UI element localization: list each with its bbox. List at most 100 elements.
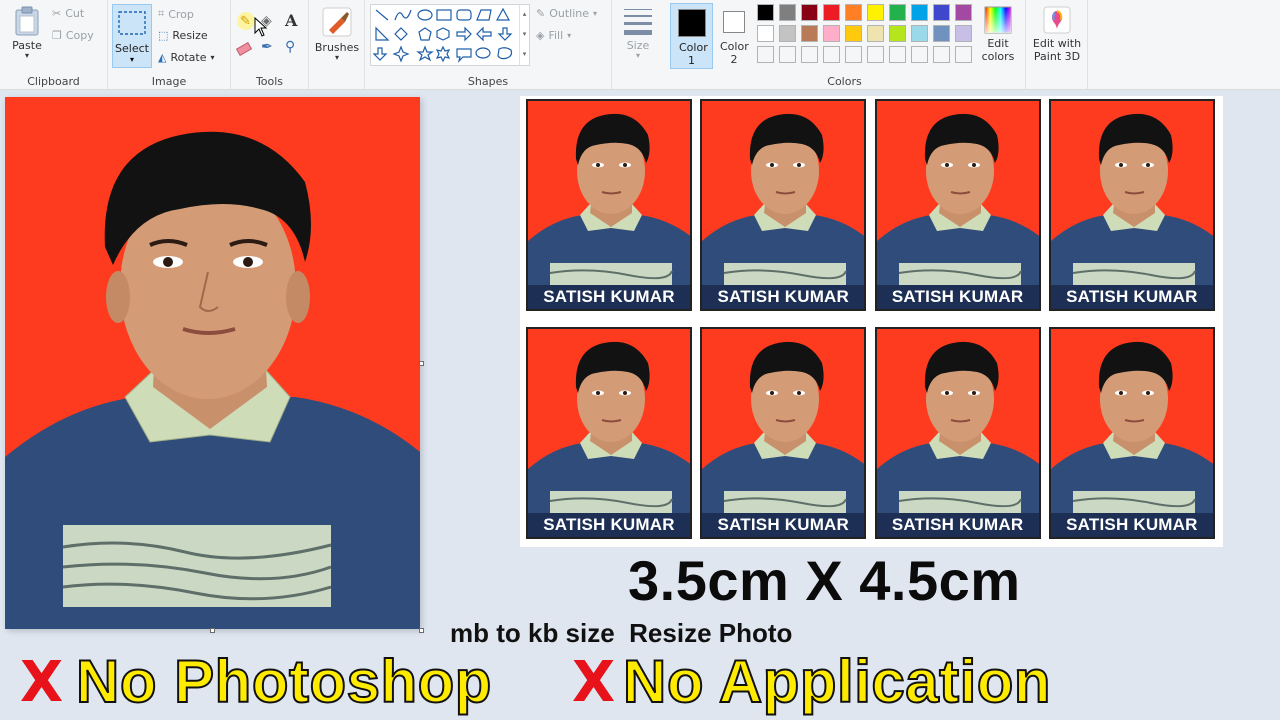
thumbnail-portrait <box>702 329 865 517</box>
edit-with-paint3d-label: Edit with Paint 3D <box>1032 37 1082 63</box>
brush-icon <box>322 7 352 37</box>
custom-color-swatch[interactable] <box>845 46 862 63</box>
size-button[interactable]: Size ▾ <box>618 6 658 60</box>
palette-color-swatch[interactable] <box>823 4 840 21</box>
colors-group-label: Colors <box>827 75 862 88</box>
color1-button[interactable]: Color 1 <box>670 3 713 69</box>
canvas-image[interactable] <box>5 97 420 629</box>
eraser-tool[interactable] <box>235 40 255 58</box>
brushes-group: Brushes ▾ <box>309 0 365 90</box>
edit-with-paint3d-button[interactable]: Edit with Paint 3D <box>1028 6 1086 63</box>
pencil-tool[interactable]: ✎ <box>237 12 255 30</box>
custom-color-swatch[interactable] <box>801 46 818 63</box>
magnifier-tool[interactable]: ⚲ <box>285 38 303 56</box>
chevron-down-icon: ▾ <box>567 31 572 40</box>
resize-handle-right[interactable] <box>419 361 424 366</box>
passport-photo-thumbnail: SATISH KUMAR <box>700 327 867 539</box>
thumbnail-portrait <box>1050 329 1213 517</box>
clipboard-icon <box>15 6 39 36</box>
resize-button[interactable]: ⬚ Resize <box>158 29 208 42</box>
rotate-button[interactable]: ◭ Rotate ▾ <box>158 51 215 64</box>
custom-color-swatch[interactable] <box>757 46 774 63</box>
text-tool[interactable]: A <box>285 11 303 30</box>
chevron-down-icon: ▾ <box>129 55 134 64</box>
select-button[interactable]: Select ▾ <box>112 4 152 68</box>
custom-color-swatch[interactable] <box>889 46 906 63</box>
palette-color-swatch[interactable] <box>867 25 884 42</box>
paint3d-group: Edit with Paint 3D <box>1026 0 1088 90</box>
chevron-down-icon: ▾ <box>210 53 215 62</box>
brushes-button[interactable]: Brushes ▾ <box>314 6 360 62</box>
palette-color-swatch[interactable] <box>955 4 972 21</box>
palette-color-swatch[interactable] <box>801 4 818 21</box>
copy-button[interactable]: ❐ Copy <box>52 29 94 42</box>
color-palette <box>757 4 977 68</box>
palette-color-swatch[interactable] <box>867 4 884 21</box>
outline-label: Outline <box>549 7 590 20</box>
palette-color-swatch[interactable] <box>845 4 862 21</box>
cut-button[interactable]: ✂ Cut <box>52 7 84 20</box>
crop-button[interactable]: ⌗ Crop <box>158 7 194 21</box>
palette-color-swatch[interactable] <box>845 25 862 42</box>
paste-button[interactable]: Paste ▾ <box>8 6 46 60</box>
cut-label: Cut <box>65 7 85 20</box>
thumbnail-portrait <box>528 329 690 517</box>
clipboard-group: Paste ▾ ✂ Cut ❐ Copy Clipboard <box>0 0 108 90</box>
portrait-illustration <box>5 97 420 629</box>
pencil-icon: ✎ <box>240 13 251 28</box>
palette-color-swatch[interactable] <box>889 4 906 21</box>
palette-color-swatch[interactable] <box>911 25 928 42</box>
line-size-icon <box>624 9 652 35</box>
palette-color-swatch[interactable] <box>955 25 972 42</box>
tools-group: ✎ ◈ A ✒ ⚲ Tools <box>231 0 309 90</box>
custom-color-swatch[interactable] <box>867 46 884 63</box>
passport-photo-thumbnail: SATISH KUMAR <box>700 99 867 311</box>
palette-color-swatch[interactable] <box>757 25 774 42</box>
scissors-icon: ✂ <box>52 7 62 20</box>
resize-label: Resize <box>172 29 208 42</box>
outline-button[interactable]: ✎ Outline ▾ <box>536 7 597 20</box>
thumbnail-portrait <box>876 329 1039 517</box>
photo-size-text: 3.5cm X 4.5cm <box>628 549 1021 612</box>
color2-swatch <box>723 11 745 33</box>
thumbnail-portrait <box>1050 101 1213 289</box>
crop-icon: ⌗ <box>158 7 165 20</box>
resize-handle-corner[interactable] <box>419 628 424 633</box>
thumbnail-name-label: SATISH KUMAR <box>528 285 690 309</box>
fill-button[interactable]: ◈ Fill ▾ <box>536 29 571 42</box>
thumbnail-name-label: SATISH KUMAR <box>876 285 1039 309</box>
palette-color-swatch[interactable] <box>823 25 840 42</box>
custom-color-swatch[interactable] <box>933 46 950 63</box>
shapes-scroll[interactable]: ▴ ▾ ▾ <box>519 5 529 65</box>
custom-color-swatch[interactable] <box>955 46 972 63</box>
palette-color-swatch[interactable] <box>801 25 818 42</box>
headline-no-photoshop: No Photoshop <box>75 647 492 716</box>
crop-label: Crop <box>168 7 194 21</box>
color2-button[interactable]: Color 2 <box>716 3 752 69</box>
edit-colors-button[interactable]: Edit colors <box>980 6 1016 63</box>
red-x-icon: X <box>20 650 64 715</box>
custom-color-swatch[interactable] <box>779 46 796 63</box>
passport-photo-thumbnail: SATISH KUMAR <box>526 99 692 311</box>
palette-color-swatch[interactable] <box>889 25 906 42</box>
palette-color-swatch[interactable] <box>933 4 950 21</box>
palette-color-swatch[interactable] <box>779 4 796 21</box>
paint3d-icon <box>1043 6 1071 34</box>
headline-no-application: No Application <box>622 647 1052 716</box>
color-picker-tool[interactable]: ✒ <box>261 38 279 56</box>
custom-color-swatch[interactable] <box>911 46 928 63</box>
thumbnail-name-label: SATISH KUMAR <box>702 285 865 309</box>
palette-color-swatch[interactable] <box>933 25 950 42</box>
rotate-label: Rotate <box>170 51 207 64</box>
eyedropper-icon: ✒ <box>261 38 273 54</box>
thumbnail-portrait <box>702 101 865 289</box>
shapes-gallery[interactable]: ▴ ▾ ▾ <box>370 4 530 66</box>
custom-color-swatch[interactable] <box>823 46 840 63</box>
palette-color-swatch[interactable] <box>757 4 774 21</box>
resize-handle-bottom[interactable] <box>210 628 215 633</box>
palette-color-swatch[interactable] <box>779 25 796 42</box>
palette-color-swatch[interactable] <box>911 4 928 21</box>
thumbnail-name-label: SATISH KUMAR <box>702 513 865 537</box>
chevron-down-icon: ▾ <box>334 53 339 62</box>
thumbnail-portrait <box>876 101 1039 289</box>
